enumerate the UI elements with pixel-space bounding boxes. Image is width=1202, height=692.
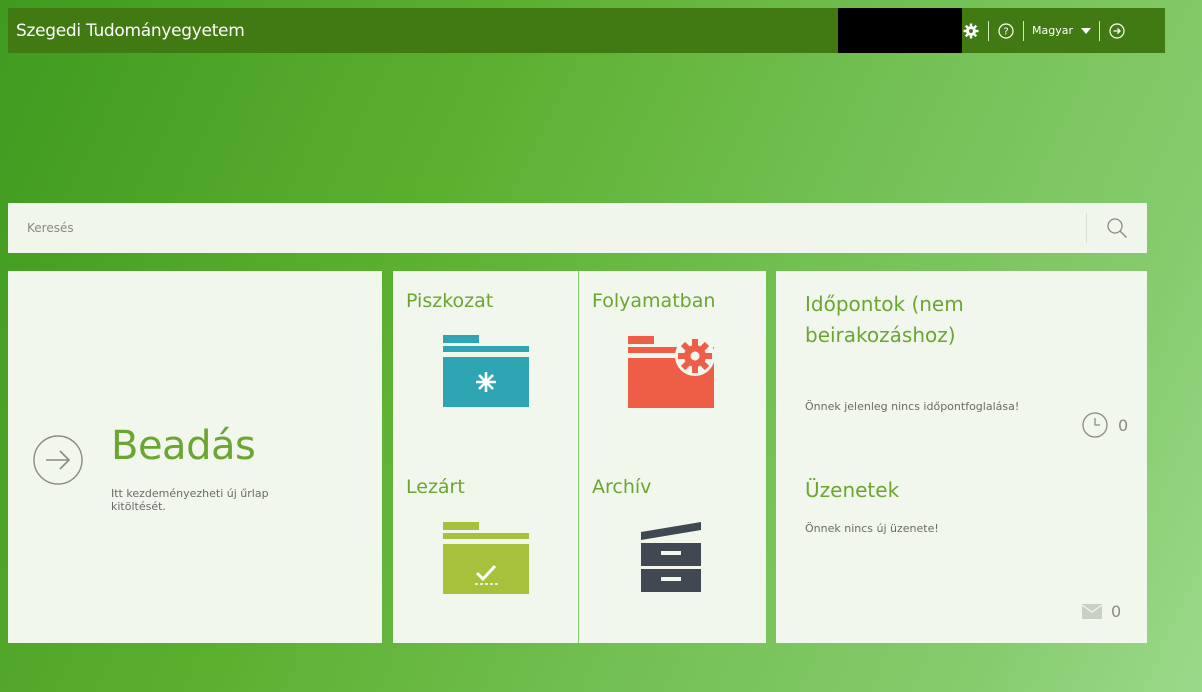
language-label: Magyar [1032, 24, 1073, 37]
submit-description: Itt kezdeményezheti új űrlap kitöltését. [111, 487, 269, 513]
draft-folder-icon [443, 335, 529, 407]
search-button[interactable] [1087, 203, 1147, 253]
app-title[interactable]: Szegedi Tudományegyetem [8, 21, 245, 41]
chevron-down-icon [1081, 27, 1091, 34]
search-bar [8, 203, 1147, 253]
arrow-circle-icon [33, 435, 83, 485]
user-name-redacted[interactable] [838, 8, 962, 53]
folder-tiles: Piszkozat Folyamatban Lezárt Archív [393, 271, 766, 643]
search-icon [1107, 218, 1127, 238]
submit-title: Beadás [111, 423, 256, 469]
closed-label: Lezárt [406, 476, 465, 498]
logout-icon[interactable] [1108, 22, 1126, 40]
svg-text:?: ? [1003, 26, 1008, 37]
draft-label: Piszkozat [406, 290, 494, 312]
gear-icon[interactable] [962, 22, 980, 40]
clock-icon [1082, 412, 1108, 438]
top-bar: Szegedi Tudományegyetem ? Magyar [8, 8, 1165, 53]
closed-folder-icon [443, 522, 529, 594]
appointments-count-group[interactable]: 0 [1081, 411, 1128, 439]
toolbar-divider [1023, 20, 1024, 41]
archive-label: Archív [592, 476, 652, 498]
archive-cabinet-icon [641, 522, 701, 592]
messages-count: 0 [1111, 602, 1122, 621]
in-progress-folder-tile[interactable]: Folyamatban [579, 271, 764, 457]
top-toolbar: ? Magyar [962, 8, 1126, 53]
appointments-empty-text: Önnek jelenleg nincs időpontfoglalása! [805, 400, 1020, 413]
appointments-title[interactable]: Időpontok (nem beirakozáshoz) [805, 289, 1055, 351]
toolbar-divider [1099, 20, 1100, 41]
toolbar-divider [988, 20, 989, 41]
closed-folder-tile[interactable]: Lezárt [393, 457, 578, 643]
help-icon[interactable]: ? [997, 22, 1015, 40]
language-dropdown[interactable]: Magyar [1032, 24, 1091, 37]
appointments-count: 0 [1118, 415, 1129, 435]
submit-tile[interactable]: Beadás Itt kezdeményezheti új űrlap kitö… [8, 271, 382, 643]
search-input[interactable] [8, 203, 1086, 253]
info-tile: Időpontok (nem beirakozáshoz) Önnek jele… [776, 271, 1147, 643]
in-progress-label: Folyamatban [592, 290, 716, 312]
messages-empty-text: Önnek nincs új üzenete! [805, 522, 939, 535]
messages-title[interactable]: Üzenetek [805, 475, 1055, 506]
archive-tile[interactable]: Archív [579, 457, 764, 643]
in-progress-folder-icon [628, 336, 715, 408]
draft-folder-tile[interactable]: Piszkozat [393, 271, 578, 457]
messages-count-group[interactable]: 0 [1082, 602, 1121, 621]
mail-icon [1082, 604, 1102, 619]
